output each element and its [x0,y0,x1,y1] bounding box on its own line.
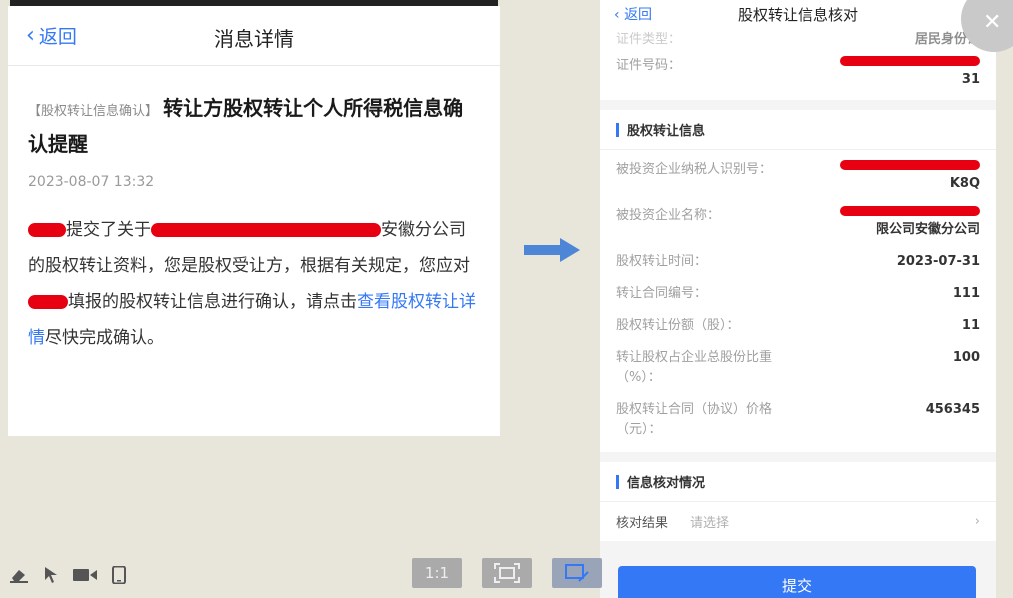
body-text-4: 尽快完成确认。 [45,328,164,348]
edit-image-button[interactable] [552,558,602,588]
row-label: 被投资企业纳税人识别号： [616,162,773,177]
row-label: 证件类型： [616,32,682,47]
redaction-mark [840,56,980,66]
message-detail-screenshot: ‹ 返回 消息详情 【股权转让信息确认】 转让方股权转让个人所得税信息确认提醒 … [8,6,500,436]
info-row: 股权转让时间： 2023-07-31 [616,246,980,278]
check-result-placeholder: 请选择 [690,516,730,531]
row-value: 31 [816,56,980,90]
close-icon: ✕ [983,10,1002,35]
info-row: 股权转让份额（股）： 11 [616,310,980,342]
transfer-info-section: 被投资企业纳税人识别号： K8Q 被投资企业名称： 限公司安徽分公司 股权转让时… [600,150,996,452]
section-title: 股权转让信息 [627,124,706,139]
section-bar [616,122,619,137]
info-row: 转让合同编号： 111 [616,278,980,310]
row-label: 被投资企业名称： [616,208,721,223]
row-label: 转让股权占企业总股份比重（%）： [616,350,773,385]
redaction-mark [840,160,980,170]
redaction-mark [28,223,66,237]
pointer-icon[interactable] [40,564,62,586]
check-result-select[interactable]: 核对结果 请选择 › [616,502,980,541]
id-type-row: 证件类型： 居民身份证 [616,30,980,50]
section-header-check: 信息核对情况 [600,462,996,502]
submit-button[interactable]: 提交 [618,566,976,598]
actual-size-button[interactable]: 1:1 [412,558,462,588]
info-row: 股权转让合同（协议）价格（元）： 456345 [616,394,980,446]
redaction-mark [28,295,68,309]
body-text-1: 提交了关于 [66,220,151,240]
redaction-mark [151,223,381,237]
fit-screen-icon [494,563,520,583]
value-text: 限公司安徽分公司 [875,222,980,237]
message-body: 提交了关于 安徽分公司的股权转让资料，您是股权受让方，根据有关规定，您应对填报的股… [28,212,478,356]
message-date: 2023-08-07 13:32 [28,174,155,190]
row-label: 转让合同编号： [616,286,708,301]
fit-screen-button[interactable] [482,558,532,588]
row-value: 限公司安徽分公司 [816,206,980,240]
row-label: 股权转让份额（股）： [616,318,740,333]
message-content: 【股权转让信息确认】 转让方股权转让个人所得税信息确认提醒 2023-08-07… [8,66,500,356]
phone-icon[interactable] [108,564,130,586]
check-nav-bar: ‹ 返回 股权转让信息核对 [600,0,996,30]
row-value: 111 [952,286,980,301]
row-value: 11 [961,318,980,333]
row-value: 456345 [925,402,980,417]
check-result-label: 核对结果 [616,516,669,531]
eraser-icon[interactable] [8,564,30,586]
id-number-suffix: 31 [961,72,980,87]
message-title: 【股权转让信息确认】 转让方股权转让个人所得税信息确认提醒 [28,92,478,162]
info-row: 被投资企业名称： 限公司安徽分公司 [616,200,980,246]
value-text: K8Q [949,176,980,191]
message-nav-bar: ‹ 返回 消息详情 [8,6,500,66]
row-value: 100 [952,350,980,365]
redaction-mark [840,206,980,216]
info-row: 转让股权占企业总股份比重（%）： 100 [616,342,980,394]
row-value: 居民身份证 [914,32,980,47]
section-title: 信息核对情况 [627,476,706,491]
edit-image-icon [565,564,589,582]
body-text-3: 填报的股权转让信息进行确认，请点击 [68,292,357,312]
row-label: 股权转让合同（协议）价格（元）： [616,402,773,437]
section-header-transfer-info: 股权转让信息 [600,110,996,150]
page-title: 股权转让信息核对 [737,6,858,24]
row-label: 股权转让时间： [616,254,708,269]
row-value: 2023-07-31 [896,254,980,269]
chevron-right-icon: › [974,514,980,529]
id-section: 证件类型： 居民身份证 证件号码： 31 [600,30,996,100]
message-tag: 【股权转让信息确认】 [28,104,159,119]
page-title: 消息详情 [214,27,294,51]
transfer-info-check-screenshot: ‹ 返回 股权转让信息核对 证件类型： 居民身份证 证件号码： 31 股权转让信… [600,0,996,598]
info-row: 被投资企业纳税人识别号： K8Q [616,154,980,200]
video-icon[interactable] [72,564,98,586]
bottom-toolbar [8,564,130,586]
arrow-right-icon [524,238,580,262]
row-value: K8Q [816,160,980,194]
row-label: 证件号码： [616,58,682,73]
id-number-row: 证件号码： 31 [616,50,980,100]
check-section: 核对结果 请选择 › [600,502,996,541]
section-bar [616,474,619,489]
